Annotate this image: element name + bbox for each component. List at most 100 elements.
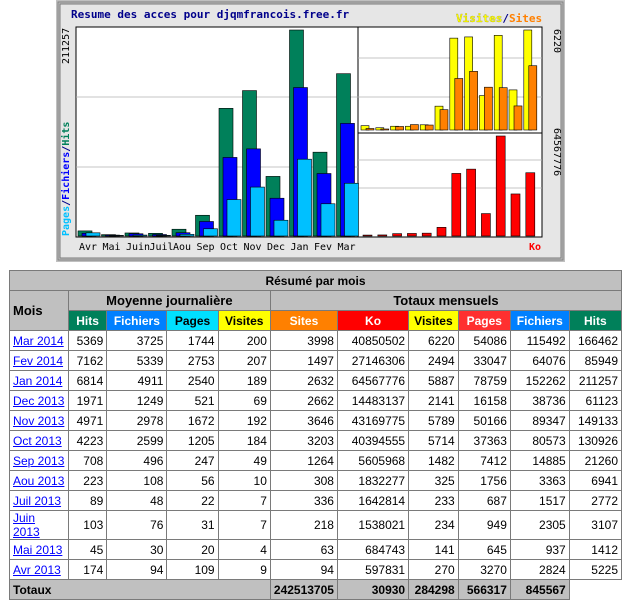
sites-bar [395,126,404,131]
value-cell: 1971 [67,390,108,411]
month-label: Avr [79,242,97,253]
value-cell: 1205 [166,430,219,451]
value-cell: 3646 [269,410,338,431]
month-label: Oct [220,242,238,253]
value-cell: 687 [457,490,511,511]
table-title: Résumé par mois [9,270,622,291]
col-header-tot-sites: Sites [269,310,338,331]
month-cell: Sep 2013 [9,450,69,471]
value-cell: 2662 [269,390,338,411]
value-cell: 5339 [106,350,168,371]
ko-bar [436,227,447,237]
value-cell: 85949 [568,350,622,371]
pages-bar [226,199,242,237]
month-link[interactable]: Oct 2013 [13,434,62,448]
col-header-tot-hits: Hits [568,310,622,331]
value-cell: 1744 [166,330,219,351]
value-cell: 89347 [509,410,570,431]
legend-pages-files-hits: Pages/Fichiers/Hits [60,122,72,236]
month-link[interactable]: Fev 2014 [13,354,63,368]
value-cell: 521 [166,390,219,411]
value-cell: 4 [217,539,271,560]
value-cell: 184 [217,430,271,451]
month-cell: Mai 2013 [9,539,69,560]
month-link[interactable]: Nov 2013 [13,414,64,428]
month-link[interactable]: Jan 2014 [13,374,62,388]
value-cell: 21260 [568,450,622,471]
month-link[interactable]: Juin 2013 [13,511,40,539]
pages-bar [109,235,124,237]
month-link[interactable]: Sep 2013 [13,454,64,468]
value-cell: 937 [509,539,570,560]
value-cell: 2599 [106,430,168,451]
value-cell: 645 [457,539,511,560]
month-link[interactable]: Avr 2013 [13,563,61,577]
month-label: Sep [197,242,215,253]
month-cell: Juin 2013 [9,510,69,540]
value-cell: 2632 [269,370,338,391]
value-cell: 3998 [269,330,338,351]
col-header-moy-fichiers: Fichiers [106,310,168,331]
value-cell: 2540 [166,370,219,391]
value-cell: 30 [106,539,168,560]
sites-bar [439,109,449,131]
month-link[interactable]: Aou 2013 [13,474,64,488]
value-cell: 115492 [509,330,570,351]
table-row: Juil 2013 89 48 22 7 336 1642814 233 687 1517 2772 [9,490,622,511]
pages-bar [250,186,265,237]
ko-bar [407,233,417,237]
value-cell: 4223 [67,430,108,451]
value-cell: 50166 [457,410,511,431]
month-label: Jan [291,242,309,253]
value-cell: 6941 [568,470,622,491]
value-cell: 7162 [67,350,108,371]
value-cell: 336 [269,490,338,511]
value-cell: 5887 [408,370,459,391]
value-cell: 49 [217,450,271,471]
graph-title: Resume des acces pour djqmfrancois.free.… [71,8,350,21]
value-cell: 2978 [106,410,168,431]
value-cell: 94 [106,559,168,580]
legend-sites: Sites [509,12,542,25]
value-cell: 2141 [408,390,459,411]
month-label: Juin [126,242,150,253]
ko-axis-max: 64567776 [551,128,562,176]
month-link[interactable]: Mai 2013 [13,543,62,557]
ko-bar [451,173,462,237]
totaux-header: Totaux mensuels [269,290,622,311]
value-cell: 10 [217,470,271,491]
table-row: Mar 2014 5369 3725 1744 200 3998 40850502 6220 5… [9,330,622,351]
month-cell: Dec 2013 [9,390,69,411]
legend-visits-sites: Visites/Sites [456,12,542,25]
table-body: Mar 2014 5369 3725 1744 200 3998 40850502 6220 5… [9,330,622,580]
ko-bar [421,232,432,237]
totals-label: Totaux [9,579,271,600]
pages-bar [203,228,218,237]
value-cell: 4911 [106,370,168,391]
value-cell: 56 [166,470,219,491]
value-cell: 78759 [457,370,511,391]
month-link[interactable]: Mar 2014 [13,334,64,348]
col-header-tot-ko: Ko [336,310,410,331]
value-cell: 14483137 [336,390,410,411]
month-cell: Fev 2014 [9,350,69,371]
value-cell: 9 [217,559,271,580]
value-cell: 3725 [106,330,168,351]
value-cell: 234 [408,510,459,540]
value-cell: 2753 [166,350,219,371]
value-cell: 270 [408,559,459,580]
legend-visites: Visites [456,12,502,25]
total-fichiers: 566317 [457,579,511,600]
month-label: Aou [173,242,191,253]
month-link[interactable]: Juil 2013 [13,494,61,508]
month-link[interactable]: Dec 2013 [13,394,64,408]
value-cell: 6220 [408,330,459,351]
value-cell: 1264 [269,450,338,471]
value-cell: 63 [269,539,338,560]
table-row: Oct 2013 4223 2599 1205 184 3203 40394555 5714 3… [9,430,622,451]
value-cell: 80573 [509,430,570,451]
month-label: Mai [103,242,121,253]
value-cell: 76 [106,510,168,540]
monthly-summary-table: Résumé par mois Mois Moyenne journalière… [9,270,622,600]
value-cell: 3203 [269,430,338,451]
